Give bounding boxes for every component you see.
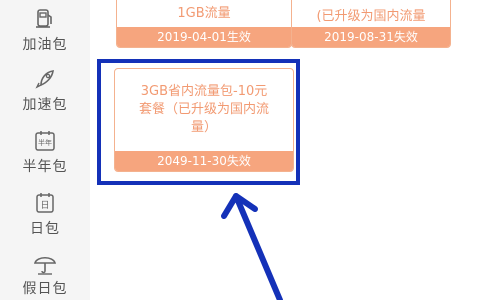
pointer-arrow xyxy=(221,193,283,300)
